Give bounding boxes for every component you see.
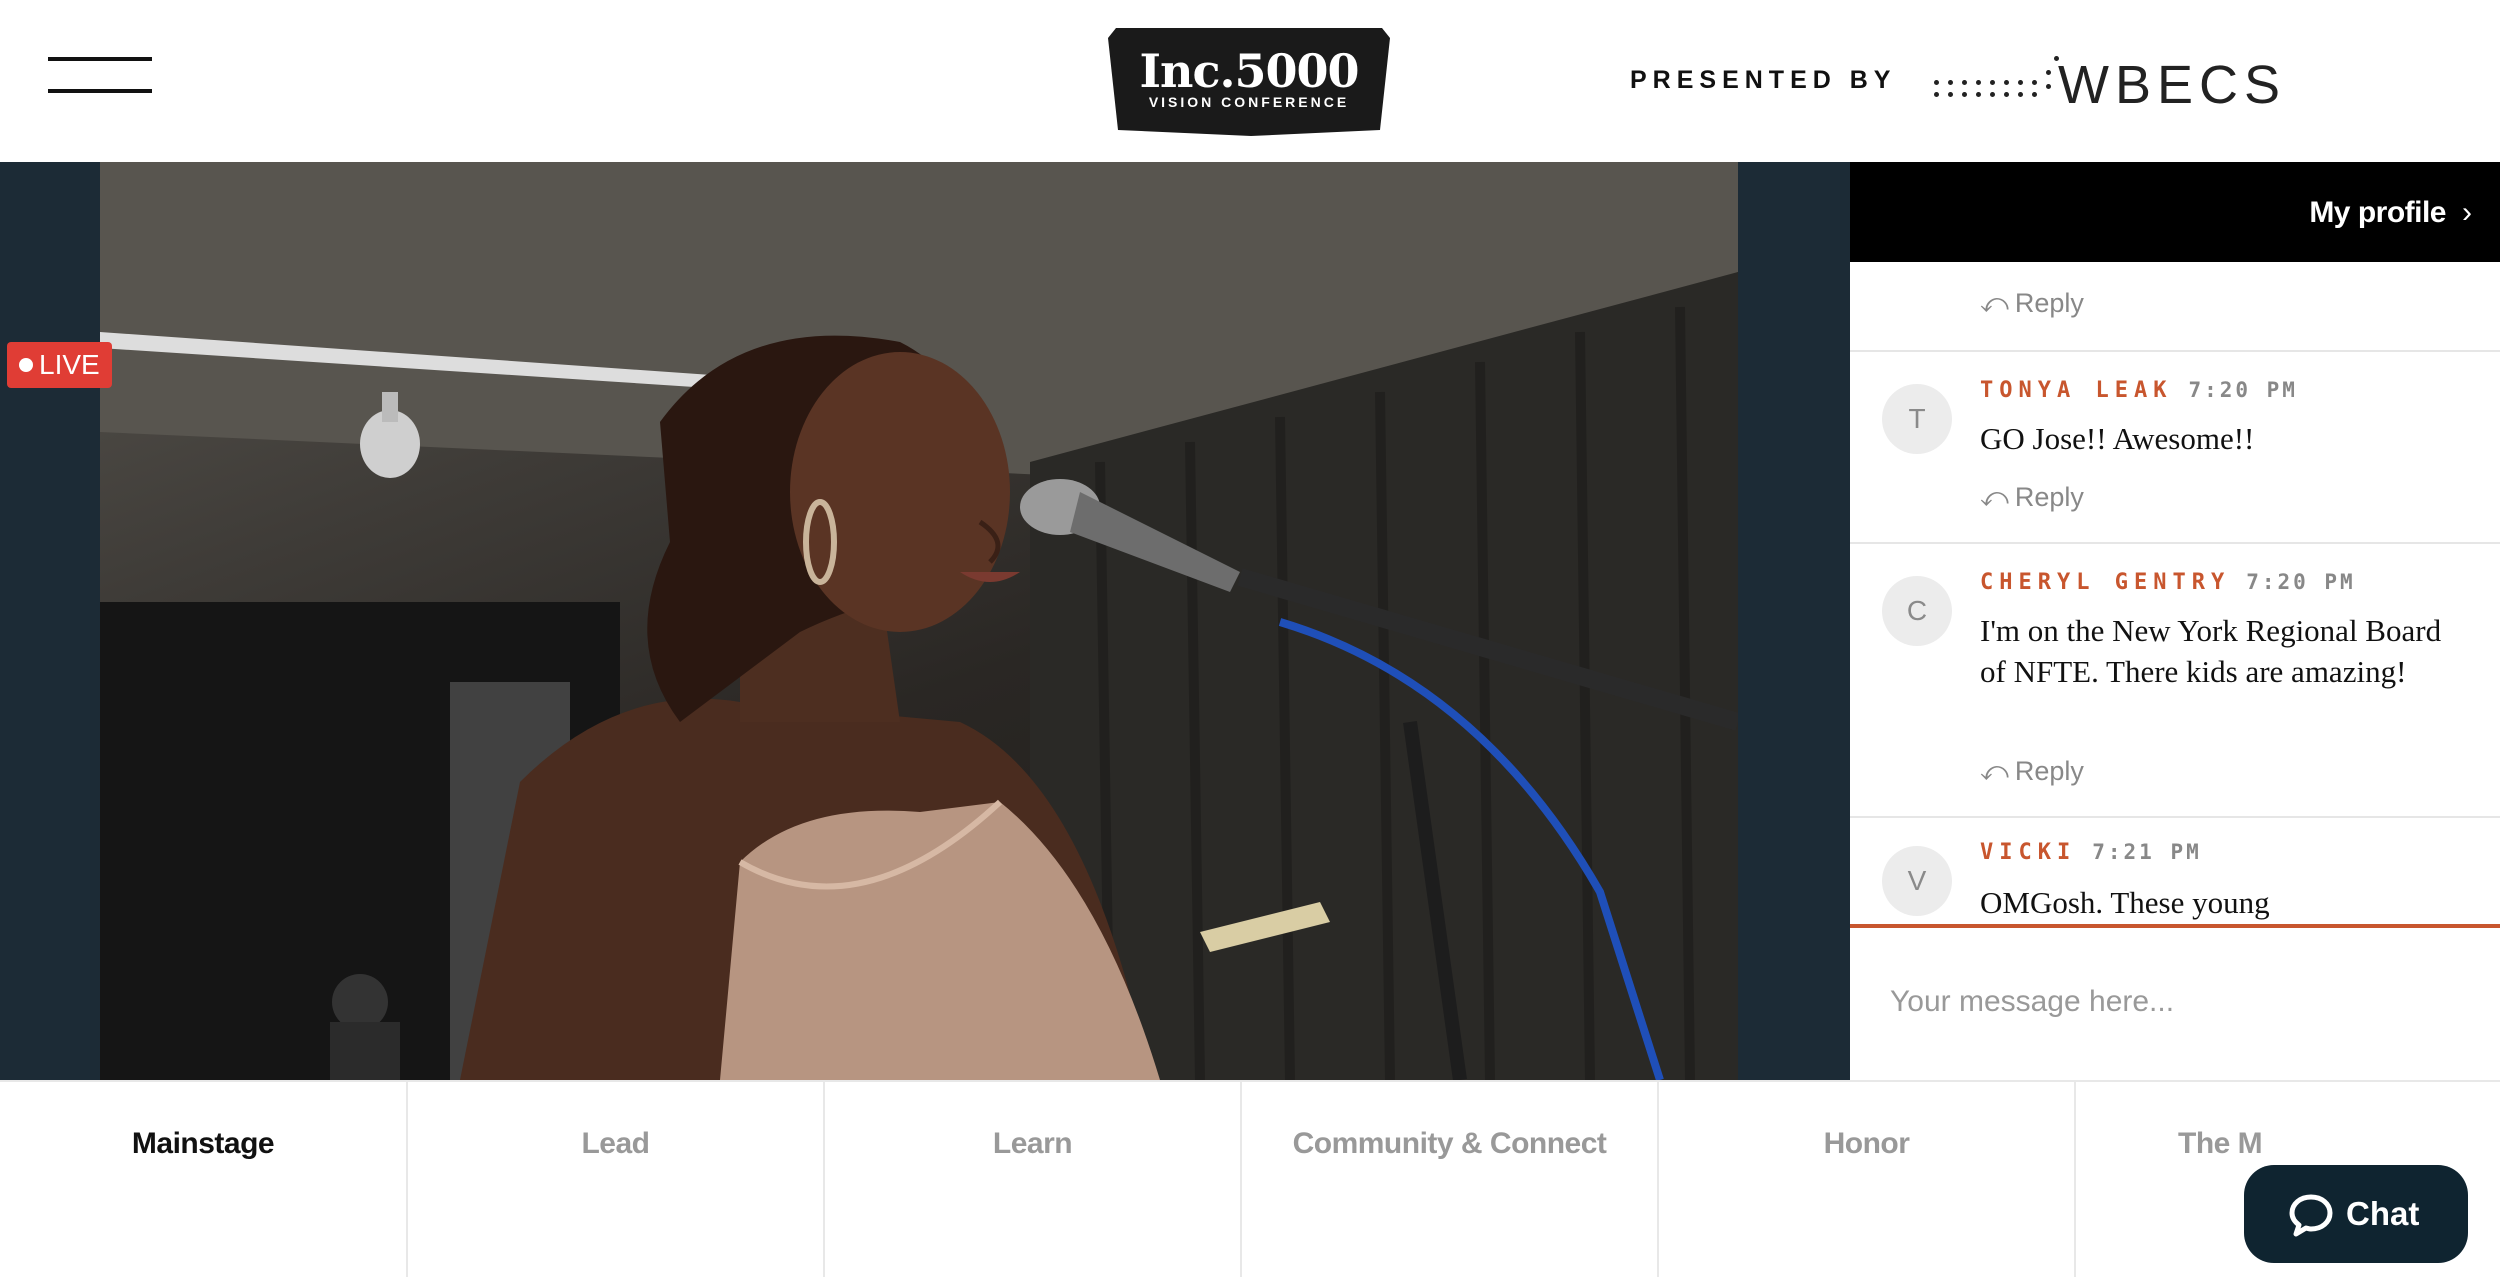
message-input[interactable]	[1890, 972, 2460, 1032]
reply-button[interactable]: ⤺ Reply	[1980, 482, 2084, 514]
inc5000-logo[interactable]: Inc.5000 VISION CONFERENCE	[1106, 22, 1392, 136]
message-time: 7:20 PM	[2246, 570, 2356, 594]
chat-message-list[interactable]: ⤺ Reply T TONYA LEAK 7:20 PM GO Jose!! Awe…	[1850, 262, 2500, 928]
sponsor-name: WBECS	[2058, 55, 2287, 115]
message-time: 7:21 PM	[2092, 840, 2202, 864]
reply-button[interactable]: ⤺ Reply	[1980, 288, 2084, 320]
chat-sidebar: My profile › ⤺ Reply T TONYA LEAK 7:20 PM …	[1850, 162, 2500, 1080]
tab-learn[interactable]: Learn	[825, 1082, 1242, 1277]
live-label: LIVE	[39, 349, 100, 380]
message-text: I'm on the New York Regional Board of NF…	[1980, 613, 2442, 689]
tab-lead[interactable]: Lead	[408, 1082, 825, 1277]
top-header: Inc.5000 VISION CONFERENCE PRESENTED BY …	[0, 0, 2500, 162]
stage-tabs: Mainstage Lead Learn Community & Connect…	[0, 1080, 2500, 1277]
chat-bubble-icon	[2289, 1194, 2333, 1237]
message-text: GO Jose!! Awesome!!	[1980, 421, 2255, 456]
reply-label: Reply	[2014, 482, 2084, 512]
message-composer	[1850, 932, 2500, 1080]
message-time: 7:20 PM	[2188, 378, 2298, 402]
message-author: TONYA LEAK 7:20 PM	[1980, 378, 2298, 403]
hamburger-menu-icon[interactable]	[48, 55, 152, 95]
my-profile-label: My profile	[2309, 196, 2446, 229]
chat-message: T TONYA LEAK 7:20 PM GO Jose!! Awesome!! …	[1850, 352, 2500, 544]
reply-label: Reply	[2014, 756, 2084, 786]
author-name: VICKI	[1980, 840, 2077, 865]
my-profile-button[interactable]: My profile ›	[1850, 162, 2500, 262]
performer-video-frame	[100, 162, 1738, 1080]
message-author: VICKI 7:21 PM	[1980, 840, 2202, 865]
tab-mainstage[interactable]: Mainstage	[0, 1082, 408, 1277]
chat-message: C CHERYL GENTRY 7:20 PM I'm on the New Yo…	[1850, 544, 2500, 818]
logo-title: Inc.5000	[1139, 44, 1359, 98]
live-dot-icon	[19, 358, 33, 372]
author-name: CHERYL GENTRY	[1980, 570, 2231, 595]
live-video[interactable]	[100, 162, 1738, 1080]
reply-icon: ⤺	[1980, 288, 2009, 318]
reply-icon: ⤺	[1980, 482, 2009, 512]
author-name: TONYA LEAK	[1980, 378, 2173, 403]
chat-button[interactable]: Chat	[2244, 1165, 2468, 1263]
avatar: C	[1882, 576, 1952, 646]
mainstage-player: LIVE	[0, 162, 1850, 1080]
tab-honor[interactable]: Honor	[1659, 1082, 2076, 1277]
avatar: T	[1882, 384, 1952, 454]
chat-button-label: Chat	[2346, 1195, 2420, 1232]
presented-by-label: PRESENTED BY	[1630, 66, 1897, 94]
reply-button[interactable]: ⤺ Reply	[1980, 756, 2084, 788]
sponsor-dots-icon	[1930, 56, 2070, 104]
live-badge: LIVE	[7, 342, 112, 388]
reply-label: Reply	[2014, 288, 2084, 318]
avatar: V	[1882, 846, 1952, 916]
logo-subtitle: VISION CONFERENCE	[1148, 94, 1350, 110]
chevron-right-icon: ›	[2462, 196, 2472, 229]
chat-message: V VICKI 7:21 PM OMGosh. These young	[1850, 818, 2500, 924]
chat-message: ⤺ Reply	[1850, 262, 2500, 352]
sponsor-logo[interactable]: WBECS	[1930, 46, 2280, 115]
message-author: CHERYL GENTRY 7:20 PM	[1980, 570, 2356, 595]
reply-icon: ⤺	[1980, 756, 2009, 786]
tab-community-connect[interactable]: Community & Connect	[1242, 1082, 1659, 1277]
message-text: OMGosh. These young	[1980, 885, 2270, 920]
